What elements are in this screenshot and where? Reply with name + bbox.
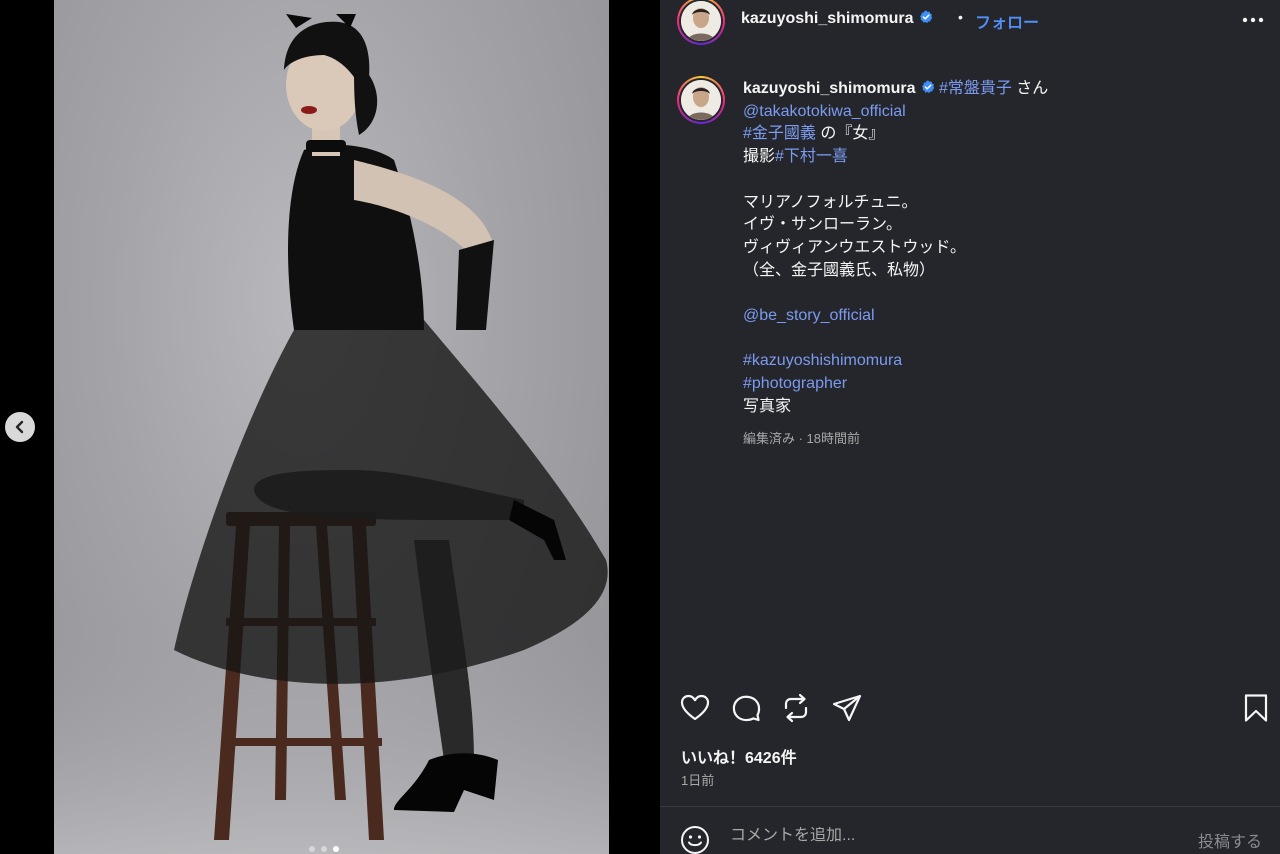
caption-line — [743, 328, 1263, 351]
header-avatar[interactable] — [677, 0, 725, 45]
bookmark-icon[interactable] — [1240, 692, 1272, 724]
caption-line: 写真家 — [743, 396, 1263, 419]
post-side-panel: kazuyoshi_shimomura • フォロー kazuyoshi_shi… — [660, 0, 1280, 854]
like-count[interactable]: いいね！6426件 — [681, 744, 797, 768]
heart-icon[interactable] — [679, 692, 711, 724]
caption-line — [743, 169, 1263, 192]
caption-link[interactable]: #常盤貴子 — [939, 80, 1012, 97]
carousel-indicator — [309, 846, 339, 852]
caption-segment: イヴ・サンローラン。 — [743, 216, 903, 234]
caption-line: イヴ・サンローラン。 — [743, 214, 1263, 237]
caption-link[interactable]: #下村一喜 — [775, 148, 848, 165]
caption-line: マリアノフォルチュニ。 — [743, 192, 1263, 215]
caption-segment: ヴィヴィアンウエストウッド。 — [743, 238, 967, 256]
verified-badge-icon — [919, 10, 932, 23]
follow-button[interactable]: フォロー — [975, 9, 1039, 33]
caption-line: kazuyoshi_shimomura #常盤貴子 さん — [743, 78, 1263, 101]
avatar-image — [681, 80, 721, 120]
caption-line: #photographer — [743, 373, 1263, 396]
carousel-dot-active — [333, 846, 339, 852]
caption-segment: さん — [1011, 80, 1049, 97]
avatar-image — [681, 1, 721, 41]
photo-illustration — [54, 14, 609, 854]
caption-segment: の『女』 — [815, 125, 885, 143]
header-username[interactable]: kazuyoshi_shimomura — [741, 10, 933, 28]
verified-badge-icon — [921, 80, 934, 93]
post-media-area — [0, 0, 660, 854]
caption-link[interactable]: #金子國義 — [743, 125, 816, 142]
post-comment-button[interactable]: 投稿する — [1198, 828, 1262, 852]
carousel-dot — [321, 846, 327, 852]
comment-bar: 投稿する — [660, 806, 1280, 854]
paper-plane-icon[interactable] — [831, 692, 863, 724]
post-photo[interactable] — [54, 0, 609, 854]
caption-link[interactable]: #kazuyoshishimomura — [743, 352, 902, 369]
caption-line: #kazuyoshishimomura — [743, 350, 1263, 373]
header-separator: • — [958, 9, 963, 25]
caption-segment: （全、金子國義氏、私物） — [743, 261, 936, 279]
caption-link[interactable]: #photographer — [743, 375, 847, 392]
caption-meta: 編集済み · 18時間前 — [743, 431, 861, 446]
post-timestamp[interactable]: 1日前 — [681, 770, 714, 789]
comment-bubble-icon[interactable] — [730, 692, 762, 724]
caption-line: @be_story_official — [743, 305, 1263, 328]
emoji-smile-icon[interactable] — [680, 825, 710, 854]
post-header: kazuyoshi_shimomura • フォロー — [660, 0, 1280, 45]
more-options-icon[interactable] — [1242, 17, 1264, 23]
carousel-prev-button[interactable] — [5, 412, 35, 442]
caption-segment: マリアノフォルチュニ。 — [743, 193, 918, 211]
chevron-left-icon — [15, 420, 24, 434]
caption-username[interactable]: kazuyoshi_shimomura — [743, 80, 916, 97]
caption-line: @takakotokiwa_official — [743, 101, 1263, 124]
caption-line: #金子國義 の『女』 — [743, 123, 1263, 146]
comment-input[interactable] — [730, 827, 1150, 845]
caption-line: ヴィヴィアンウエストウッド。 — [743, 237, 1263, 260]
action-bar — [660, 690, 1280, 730]
repost-icon[interactable] — [780, 692, 812, 724]
caption-line: （全、金子國義氏、私物） — [743, 260, 1263, 283]
caption-link[interactable]: @takakotokiwa_official — [743, 103, 906, 120]
carousel-dot — [309, 846, 315, 852]
username-text[interactable]: kazuyoshi_shimomura — [741, 10, 914, 27]
caption-segment: 写真家 — [743, 397, 792, 415]
caption-text: kazuyoshi_shimomura #常盤貴子 さん @takakotokiw… — [743, 78, 1263, 419]
caption-link[interactable]: @be_story_official — [743, 307, 875, 324]
caption-line — [743, 282, 1263, 305]
caption-avatar[interactable] — [677, 76, 725, 124]
caption-segment: 撮影 — [743, 148, 776, 166]
caption-line: 撮影#下村一喜 — [743, 146, 1263, 169]
